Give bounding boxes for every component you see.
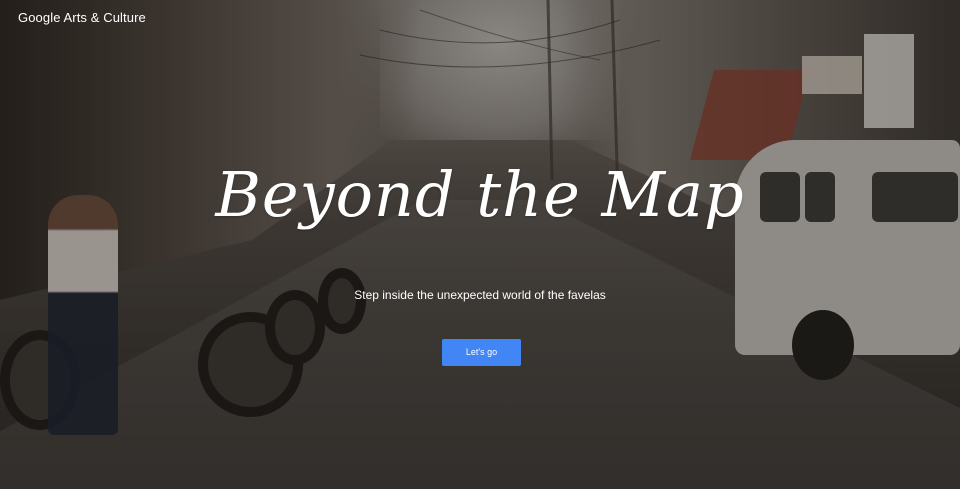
brand-name: Google Arts & Culture bbox=[18, 10, 146, 25]
site-logo[interactable]: Google Arts & Culture bbox=[18, 10, 146, 25]
hero-section: Google Arts & Culture Beyond the Map Ste… bbox=[0, 0, 960, 489]
hero-subtitle: Step inside the unexpected world of the … bbox=[354, 288, 606, 302]
hero-title: Beyond the Map bbox=[215, 158, 745, 231]
background-overlay bbox=[0, 0, 960, 489]
lets-go-button[interactable]: Let's go bbox=[442, 339, 521, 366]
